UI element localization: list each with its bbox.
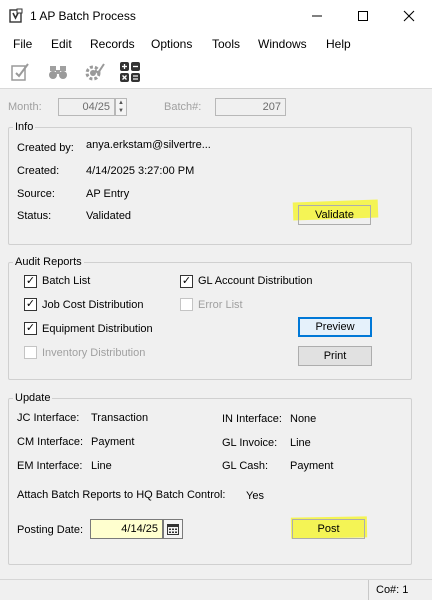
job-cost-checkbox[interactable]: ✓ <box>24 298 37 311</box>
calculator-icon[interactable] <box>118 60 142 84</box>
status-divider <box>368 580 369 600</box>
created-by-label: Created by: <box>17 142 74 154</box>
em-interface-value: Line <box>91 460 112 472</box>
status-value: Validated <box>86 210 132 222</box>
menu-options[interactable]: Options <box>151 37 192 51</box>
created-value: 4/14/2025 3:27:00 PM <box>86 165 195 177</box>
minimize-button[interactable] <box>294 0 340 32</box>
edit-check-icon[interactable] <box>8 60 32 84</box>
source-label: Source: <box>17 188 55 200</box>
checkmark-icon: ✓ <box>181 275 192 287</box>
source-value: AP Entry <box>86 188 130 200</box>
company-number: Co#: 1 <box>376 584 409 596</box>
cm-interface-label: CM Interface: <box>17 436 84 448</box>
status-bar: Co#: 1 <box>0 579 432 600</box>
created-by-value: anya.erkstam@silvertre... <box>86 139 211 151</box>
gl-account-label: GL Account Distribution <box>198 275 313 287</box>
posting-date-label: Posting Date: <box>17 524 84 536</box>
posting-date-field[interactable]: 4/14/25 <box>90 519 163 539</box>
checkmark-icon: ✓ <box>25 298 36 310</box>
binoculars-icon[interactable] <box>46 60 70 84</box>
job-cost-label: Job Cost Distribution <box>42 299 144 311</box>
in-interface-value: None <box>290 413 317 425</box>
spin-up-icon[interactable]: ▲ <box>116 99 126 107</box>
equipment-checkbox[interactable]: ✓ <box>24 322 37 335</box>
print-button[interactable]: Print <box>298 346 372 366</box>
attach-reports-label: Attach Batch Reports to HQ Batch Control… <box>17 489 226 501</box>
preview-button[interactable]: Preview <box>298 317 372 337</box>
month-field[interactable]: 04/25 <box>58 98 115 116</box>
status-label: Status: <box>17 210 52 222</box>
checkmark-icon: ✓ <box>25 275 36 287</box>
menu-edit[interactable]: Edit <box>51 37 72 51</box>
close-button[interactable] <box>386 0 432 32</box>
month-spinner[interactable]: ▲ ▼ <box>115 98 127 116</box>
maximize-button[interactable] <box>340 0 386 32</box>
menu-help[interactable]: Help <box>326 37 351 51</box>
gl-cash-value: Payment <box>290 460 334 472</box>
menu-file[interactable]: File <box>13 37 32 51</box>
validate-button[interactable]: Validate <box>298 205 371 225</box>
info-legend: Info <box>15 121 34 133</box>
menu-bar: File Edit Records Options Tools Windows … <box>0 32 432 56</box>
inventory-label: Inventory Distribution <box>42 347 146 359</box>
error-list-checkbox[interactable] <box>180 298 193 311</box>
audit-reports-legend: Audit Reports <box>15 256 82 268</box>
inventory-checkbox[interactable] <box>24 346 37 359</box>
toolbar <box>0 56 432 89</box>
spin-down-icon[interactable]: ▼ <box>116 107 126 115</box>
update-legend: Update <box>15 392 51 404</box>
in-interface-label: IN Interface: <box>222 413 282 425</box>
cm-interface-value: Payment <box>91 436 135 448</box>
menu-tools[interactable]: Tools <box>212 37 240 51</box>
gl-invoice-value: Line <box>290 437 311 449</box>
checkmark-icon: ✓ <box>25 322 36 334</box>
menu-windows[interactable]: Windows <box>258 37 307 51</box>
batch-field[interactable]: 207 <box>215 98 286 116</box>
batch-list-checkbox[interactable]: ✓ <box>24 275 37 288</box>
equipment-label: Equipment Distribution <box>42 323 153 335</box>
gl-cash-label: GL Cash: <box>222 460 269 472</box>
batch-label: Batch#: <box>164 101 202 113</box>
gl-invoice-label: GL Invoice: <box>222 437 278 449</box>
created-label: Created: <box>17 165 60 177</box>
batch-list-label: Batch List <box>42 275 91 287</box>
jc-interface-value: Transaction <box>91 412 149 424</box>
jc-interface-label: JC Interface: <box>17 412 80 424</box>
title-bar: 1 AP Batch Process <box>0 0 432 32</box>
calendar-icon[interactable] <box>163 519 183 539</box>
month-label: Month: <box>8 101 42 113</box>
gear-check-icon[interactable] <box>82 60 106 84</box>
app-logo-icon <box>8 8 24 24</box>
attach-reports-value: Yes <box>246 490 264 502</box>
post-button[interactable]: Post <box>292 519 365 539</box>
window-title: 1 AP Batch Process <box>30 9 136 23</box>
gl-account-checkbox[interactable]: ✓ <box>180 275 193 288</box>
em-interface-label: EM Interface: <box>17 460 83 472</box>
error-list-label: Error List <box>198 299 243 311</box>
menu-records[interactable]: Records <box>90 37 135 51</box>
